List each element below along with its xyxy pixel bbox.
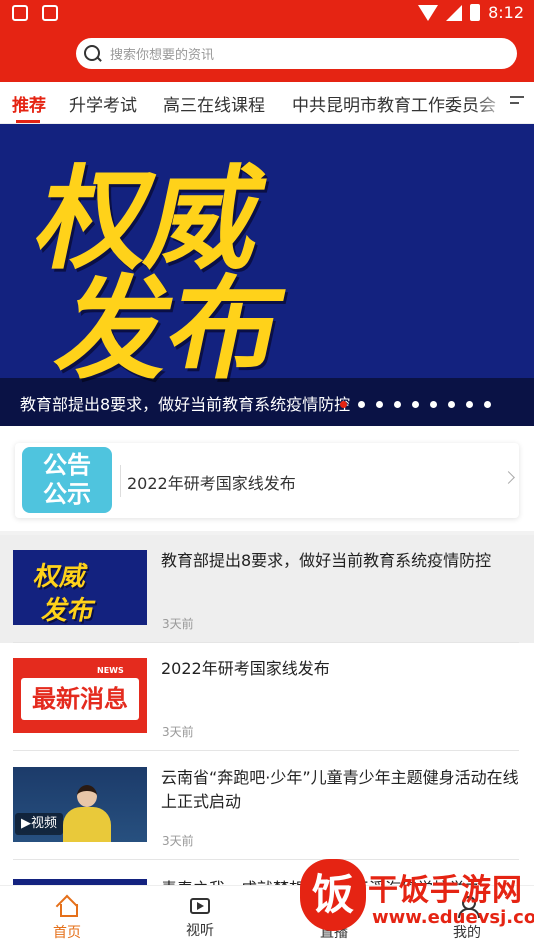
carousel-dot[interactable] [340, 401, 347, 408]
carousel-dot[interactable] [358, 401, 365, 408]
news-item[interactable]: 权威 发布 教育部提出8要求，做好当前教育系统疫情防控 3天前 [0, 535, 534, 643]
banner-caption: 教育部提出8要求，做好当前教育系统疫情防控 [20, 395, 351, 414]
notification-icon [12, 5, 28, 21]
carousel-dot[interactable] [412, 401, 419, 408]
category-tabs: 推荐 升学考试 高三在线课程 中共昆明市教育工作委员会 [0, 82, 534, 124]
nav-label: 视听 [186, 923, 214, 939]
status-bar: 8:12 [0, 0, 534, 28]
thumb-news-label: NEWS [97, 666, 124, 675]
notice-logo-line1: 公告 [43, 451, 91, 479]
news-time: 3天前 [162, 725, 194, 739]
news-item[interactable]: ▶视频 云南省“奔跑吧·少年”儿童青少年主题健身活动在线上正式启动 3天前 [0, 752, 534, 860]
chevron-right-icon [502, 471, 515, 484]
news-time: 3天前 [162, 834, 194, 848]
carousel-dot[interactable] [376, 401, 383, 408]
video-tag: ▶视频 [15, 813, 63, 835]
header: 8:12 搜索你想要的资讯 [0, 0, 534, 82]
notice-text: 2022年研考国家线发布 [127, 474, 296, 493]
tab-recommend[interactable]: 推荐 [12, 91, 46, 116]
news-thumbnail: NEWS 最新消息 [13, 658, 147, 733]
divider [13, 750, 519, 751]
nav-label: 首页 [53, 925, 81, 941]
banner-art-line1: 权威 [26, 155, 274, 285]
presenter-figure [63, 785, 111, 842]
tab-kunming-education-committee[interactable]: 中共昆明市教育工作委员会 [292, 91, 496, 116]
search-bar[interactable]: 搜索你想要的资讯 [76, 38, 517, 69]
notice-logo-line2: 公示 [43, 480, 91, 508]
thumb-text-line2: 发布 [39, 596, 98, 625]
watermark-url: www.eduevsj.com [372, 907, 534, 928]
carousel-dots [340, 401, 491, 408]
carousel-dot[interactable] [484, 401, 491, 408]
notice-logo: 公告 公示 [22, 447, 112, 513]
watermark-logo: 饭 [300, 859, 366, 931]
signal-icon [446, 4, 463, 21]
nav-home[interactable]: 首页 [22, 886, 112, 950]
app-notification-icon [42, 5, 58, 21]
tabs-fade [474, 82, 534, 123]
home-icon [56, 896, 78, 917]
carousel-dot[interactable] [430, 401, 437, 408]
tab-senior-online-course[interactable]: 高三在线课程 [163, 91, 265, 116]
search-icon [84, 44, 102, 63]
thumb-news-text: 最新消息 [21, 678, 139, 720]
news-thumbnail: 权威 发布 [13, 550, 147, 625]
news-title: 云南省“奔跑吧·少年”儿童青少年主题健身活动在线上正式启动 [161, 768, 519, 811]
watermark: 饭 干饭手游网 www.eduevsj.com [300, 855, 534, 945]
app-screen: 8:12 搜索你想要的资讯 推荐 升学考试 高三在线课程 中共昆明市教育工作委员… [0, 0, 534, 950]
video-icon [190, 898, 210, 914]
news-thumbnail: ▶视频 [13, 767, 147, 842]
notice-card[interactable]: 公告 公示 2022年研考国家线发布 [15, 443, 519, 518]
thumb-text-line1: 权威 [31, 562, 90, 592]
watermark-title: 干饭手游网 [368, 873, 523, 908]
carousel-dot[interactable] [466, 401, 473, 408]
tab-entrance-exam[interactable]: 升学考试 [69, 91, 137, 116]
carousel-dot[interactable] [394, 401, 401, 408]
battery-icon [470, 4, 481, 21]
news-time: 3天前 [162, 617, 194, 631]
banner-carousel[interactable]: 权威 发布 教育部提出8要求，做好当前教育系统疫情防控 [0, 124, 534, 426]
news-item[interactable]: NEWS 最新消息 2022年研考国家线发布 3天前 [0, 643, 534, 751]
search-placeholder: 搜索你想要的资讯 [110, 48, 215, 63]
more-tabs-icon[interactable] [510, 96, 524, 108]
nav-video[interactable]: 视听 [155, 886, 245, 950]
news-title: 2022年研考国家线发布 [161, 659, 330, 678]
active-tab-indicator [16, 120, 40, 123]
notice-divider [120, 465, 121, 497]
wifi-icon [418, 4, 439, 21]
news-title: 教育部提出8要求，做好当前教育系统疫情防控 [161, 551, 492, 570]
banner-art-line2: 发布 [46, 265, 294, 395]
status-time: 8:12 [488, 3, 524, 22]
carousel-dot[interactable] [448, 401, 455, 408]
